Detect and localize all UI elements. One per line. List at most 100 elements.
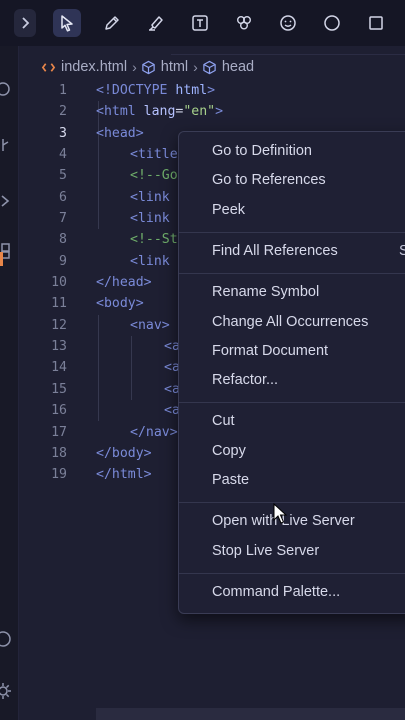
emoji-icon[interactable] bbox=[274, 9, 302, 37]
palette-icon[interactable] bbox=[230, 9, 258, 37]
code-text: <html lang="en"> bbox=[96, 104, 224, 120]
menu-item-label: Go to References bbox=[212, 172, 326, 189]
source-control-icon[interactable] bbox=[0, 136, 12, 154]
menu-item-label: Stop Live Server bbox=[212, 542, 320, 559]
highlighter-icon[interactable] bbox=[142, 9, 170, 37]
code-text: <body> bbox=[96, 296, 144, 312]
activity-bar bbox=[0, 46, 19, 720]
line-number: 17 bbox=[51, 424, 67, 440]
line-number: 19 bbox=[51, 467, 67, 483]
line-number: 8 bbox=[59, 232, 67, 248]
code-line[interactable]: 1 <!DOCTYPE html> bbox=[19, 80, 405, 101]
breadcrumb-file-label: index.html bbox=[61, 59, 128, 75]
extensions-badge bbox=[0, 252, 3, 266]
line-number: 10 bbox=[51, 275, 67, 291]
run-icon[interactable] bbox=[0, 192, 12, 210]
menu-item-change-all-occurrences[interactable]: Change All Occurrences bbox=[179, 309, 405, 335]
menu-item-label: Copy bbox=[212, 442, 246, 459]
chevron-right-icon: › bbox=[193, 59, 198, 75]
line-number: 7 bbox=[59, 211, 67, 227]
line-number: 13 bbox=[51, 339, 67, 355]
mouse-pointer-icon bbox=[273, 503, 288, 524]
menu-item-refactor[interactable]: Refactor... bbox=[179, 367, 405, 393]
code-text: </nav> bbox=[130, 424, 178, 440]
code-text: <!DOCTYPE html> bbox=[96, 83, 216, 98]
chevron-right-icon: › bbox=[132, 59, 137, 75]
html-file-icon bbox=[41, 62, 56, 72]
menu-item-label: Paste bbox=[212, 472, 250, 488]
menu-item-format-document[interactable]: Format Document bbox=[179, 338, 405, 364]
menu-separator bbox=[179, 231, 405, 233]
timeline-icon[interactable] bbox=[0, 80, 12, 98]
line-number: 11 bbox=[51, 296, 67, 312]
text-icon[interactable] bbox=[186, 9, 214, 37]
settings-gear-icon[interactable] bbox=[0, 682, 12, 700]
menu-item-find-all-references[interactable]: Find All References S bbox=[179, 238, 405, 264]
code-text: <nav> bbox=[130, 317, 170, 333]
breadcrumb-head-label: head bbox=[221, 59, 255, 75]
line-number: 14 bbox=[51, 360, 67, 376]
menu-item-stop-live-server[interactable]: Stop Live Server bbox=[179, 538, 405, 564]
line-number: 1 bbox=[59, 83, 67, 98]
menu-item-cut[interactable]: Cut bbox=[179, 408, 405, 434]
breadcrumb: index.html › html › head bbox=[41, 58, 254, 76]
code-text: <!--St bbox=[130, 232, 178, 248]
code-text: <head> bbox=[96, 125, 144, 141]
code-text: </body> bbox=[96, 445, 152, 461]
code-text: </html> bbox=[96, 467, 152, 483]
breadcrumb-html[interactable]: html bbox=[141, 59, 188, 75]
menu-item-open-with-live-server[interactable]: Open with Live Server bbox=[179, 508, 405, 534]
line-number: 9 bbox=[59, 253, 67, 269]
menu-item-label: Command Palette... bbox=[212, 583, 341, 600]
context-menu: Go to Definition Go to References Peek Find… bbox=[178, 131, 405, 614]
menu-item-label: Rename Symbol bbox=[212, 284, 320, 301]
menu-item-peek[interactable]: Peek bbox=[179, 197, 405, 223]
menu-item-go-to-references[interactable]: Go to References bbox=[179, 167, 405, 193]
element-cube-icon bbox=[142, 60, 155, 74]
breadcrumb-html-label: html bbox=[160, 59, 189, 75]
breadcrumb-head[interactable]: head bbox=[202, 59, 254, 75]
breadcrumb-file[interactable]: index.html bbox=[41, 59, 127, 75]
line-number: 12 bbox=[51, 317, 67, 333]
top-toolbar bbox=[0, 0, 405, 47]
menu-item-label: Go to Definition bbox=[212, 143, 312, 159]
line-number: 6 bbox=[59, 189, 67, 205]
menu-separator bbox=[179, 502, 405, 504]
line-number: 18 bbox=[51, 445, 67, 461]
pen-icon[interactable] bbox=[98, 9, 126, 37]
menu-item-label: Cut bbox=[212, 413, 235, 430]
line-number: 5 bbox=[59, 168, 67, 184]
expand-icon[interactable] bbox=[14, 9, 36, 37]
code-text: <link bbox=[130, 253, 170, 269]
menu-item-label: Change All Occurrences bbox=[212, 313, 369, 330]
horizontal-scrollbar[interactable] bbox=[96, 708, 405, 720]
code-text: <title bbox=[130, 147, 178, 163]
circle-icon[interactable] bbox=[318, 9, 346, 37]
menu-item-paste[interactable]: Paste bbox=[179, 467, 405, 493]
code-line[interactable]: 2 <html lang="en"> bbox=[19, 101, 405, 122]
menu-separator bbox=[179, 402, 405, 404]
menu-item-label: Refactor... bbox=[212, 372, 279, 389]
tab-bar-edge bbox=[171, 54, 405, 55]
square-icon[interactable] bbox=[362, 9, 390, 37]
line-number: 16 bbox=[51, 403, 67, 419]
menu-item-copy[interactable]: Copy bbox=[179, 438, 405, 464]
code-text: <!--Go bbox=[130, 168, 178, 184]
account-icon[interactable] bbox=[0, 630, 12, 648]
code-text: <link bbox=[130, 211, 170, 227]
menu-item-label: Find All References bbox=[212, 242, 338, 259]
element-cube-icon bbox=[203, 60, 216, 74]
line-number: 3 bbox=[59, 125, 67, 141]
menu-item-go-to-definition[interactable]: Go to Definition bbox=[179, 138, 405, 164]
line-number: 4 bbox=[59, 147, 67, 163]
menu-item-label: Peek bbox=[212, 201, 246, 218]
code-text: <link bbox=[130, 189, 170, 205]
menu-separator bbox=[179, 572, 405, 574]
menu-item-command-palette[interactable]: Command Palette... bbox=[179, 579, 405, 605]
menu-separator bbox=[179, 273, 405, 275]
menu-item-label: Format Document bbox=[212, 342, 329, 359]
line-number: 15 bbox=[51, 381, 67, 397]
menu-item-rename-symbol[interactable]: Rename Symbol bbox=[179, 279, 405, 305]
select-icon[interactable] bbox=[53, 9, 81, 37]
menu-item-shortcut: S bbox=[399, 242, 405, 259]
